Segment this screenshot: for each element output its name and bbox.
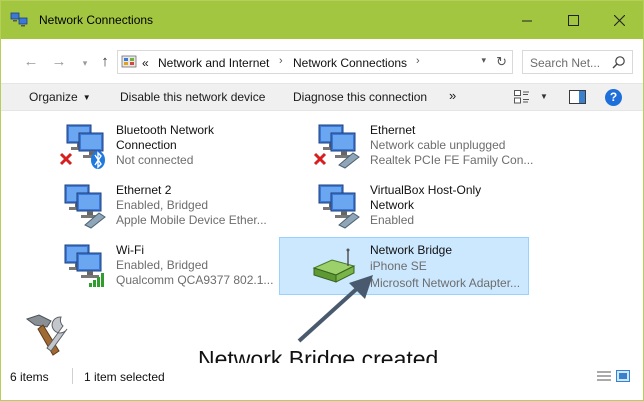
arrow-right-icon: →	[51, 53, 67, 70]
details-view-icon[interactable]	[597, 370, 611, 382]
disable-device-button[interactable]: Disable this network device	[120, 90, 265, 104]
bluetooth-network-icon	[59, 124, 105, 169]
minimize-icon	[521, 20, 532, 21]
caret-down-icon: ▼	[82, 93, 91, 102]
selected-count: 1 item selected	[84, 370, 165, 384]
large-icons-view-icon[interactable]	[616, 370, 630, 382]
list-item[interactable]: VirtualBox Host-Only Network Enabled	[311, 179, 541, 235]
refresh-icon[interactable]: ↻	[496, 54, 507, 70]
maximize-icon	[567, 14, 579, 26]
item-device: Microsoft Network Adapter...	[370, 276, 521, 290]
item-name: Network	[370, 198, 415, 212]
recent-locations-button[interactable]: ▾	[75, 54, 95, 72]
item-name: Wi-Fi	[116, 243, 144, 257]
close-button[interactable]	[596, 1, 642, 39]
status-bar: 6 items 1 item selected	[1, 363, 643, 400]
item-status: Enabled	[370, 213, 415, 227]
arrow-left-icon: ←	[23, 53, 39, 70]
breadcrumb-network-connections[interactable]: Network Connections	[293, 56, 407, 70]
minimize-button[interactable]	[504, 1, 550, 39]
wifi-network-icon	[64, 244, 104, 287]
list-item[interactable]: Wi-Fi Enabled, Bridged Qualcomm QCA9377 …	[57, 239, 277, 295]
control-panel-icon	[121, 55, 137, 68]
window-title: Network Connections	[39, 13, 154, 27]
disconnected-x-icon	[59, 152, 73, 166]
diagnose-button[interactable]: Diagnose this connection	[293, 90, 427, 104]
ethernet-icon	[313, 124, 360, 169]
address-dropdown-icon[interactable]: ▾	[481, 55, 486, 66]
item-device: Apple Mobile Device Ether...	[116, 213, 267, 227]
list-item[interactable]: Ethernet 2 Enabled, Bridged Apple Mobile…	[57, 179, 267, 235]
item-count: 6 items	[10, 370, 49, 384]
more-commands-button[interactable]: »	[449, 88, 456, 103]
title-bar[interactable]: Network Connections	[1, 1, 643, 39]
list-item[interactable]: Ethernet Network cable unplugged Realtek…	[311, 119, 541, 175]
item-name: Ethernet	[370, 123, 416, 137]
item-status: Not connected	[116, 153, 194, 167]
help-icon[interactable]: ?	[605, 89, 622, 106]
search-icon[interactable]	[612, 55, 626, 69]
ethernet-icon	[318, 184, 360, 229]
status-divider	[72, 368, 73, 384]
organize-label: Organize	[29, 90, 78, 104]
breadcrumb-chevron-icon[interactable]: ›	[416, 55, 420, 67]
ethernet-icon	[64, 184, 106, 229]
annotation-arrow-icon	[297, 275, 373, 343]
up-button[interactable]: ↑	[95, 53, 115, 71]
navigation-bar: ← → ▾ ↑ « Network and Internet › Network…	[1, 39, 643, 83]
network-connections-icon	[10, 12, 28, 27]
disconnected-x-icon	[313, 152, 327, 166]
item-status: Enabled, Bridged	[116, 198, 209, 212]
breadcrumb-chevron-icon[interactable]: ›	[279, 55, 283, 67]
close-icon	[613, 14, 625, 26]
search-box[interactable]: Search Net...	[522, 50, 633, 74]
explorer-window: Network Connections ← → ▾ ↑ « Network an…	[0, 0, 644, 401]
address-bar[interactable]: « Network and Internet › Network Connect…	[117, 50, 513, 74]
search-input[interactable]: Search Net...	[530, 56, 600, 70]
item-device: Realtek PCIe FE Family Con...	[370, 153, 534, 167]
preview-pane-icon[interactable]	[569, 90, 586, 104]
view-dropdown-icon[interactable]: ▼	[540, 92, 548, 101]
arrow-up-icon: ↑	[101, 53, 109, 70]
command-bar: Organize ▼ Disable this network device Di…	[1, 83, 643, 111]
organize-button[interactable]: Organize ▼	[29, 90, 91, 104]
list-item[interactable]: Bluetooth Network Connection Not connect…	[57, 119, 267, 175]
maximize-button[interactable]	[550, 1, 596, 39]
tools-logo-icon	[25, 314, 68, 356]
item-device: Qualcomm QCA9377 802.1...	[116, 273, 274, 287]
item-status: Network cable unplugged	[370, 138, 506, 152]
back-button[interactable]: ←	[21, 53, 41, 71]
item-name: Bluetooth Network	[116, 123, 215, 137]
chevron-down-icon: ▾	[82, 58, 88, 68]
item-name: Network Bridge	[370, 243, 453, 257]
forward-button[interactable]: →	[49, 53, 69, 71]
item-status: Enabled, Bridged	[116, 258, 209, 272]
item-name: VirtualBox Host-Only	[370, 183, 482, 197]
breadcrumb-network-and-internet[interactable]: Network and Internet	[158, 56, 269, 70]
breadcrumb-overflow[interactable]: «	[142, 56, 149, 70]
item-name: Connection	[116, 138, 177, 152]
change-view-icon[interactable]	[514, 90, 530, 104]
item-name: Ethernet 2	[116, 183, 172, 197]
